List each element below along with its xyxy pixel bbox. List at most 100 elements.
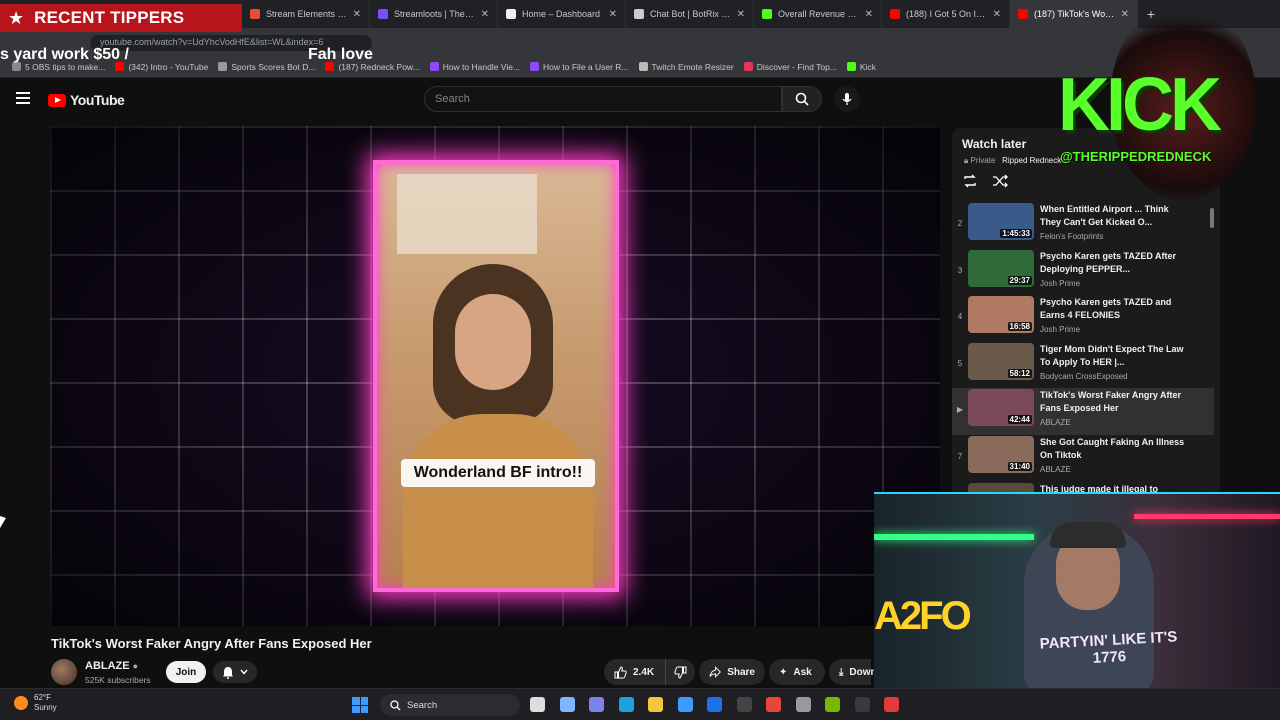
share-button[interactable]: Share (699, 659, 765, 685)
channel-name-text: ABLAZE (85, 660, 130, 672)
bookmark-item[interactable]: How to File a User R... (530, 62, 629, 72)
download-label: Down (849, 666, 877, 678)
bookmark-label: How to Handle Vie... (442, 61, 521, 72)
browser-tab[interactable]: Chat Bot | BotRix — Cl ✕ (626, 0, 754, 28)
browser-tab[interactable]: Home – Dashboard ✕ (498, 0, 626, 28)
playlist-item[interactable]: This judge made it illegal to (952, 482, 1214, 492)
playlist-item-index: ▶ (956, 405, 964, 415)
tab-label: (188) I Got 5 On It - Yo (906, 9, 987, 19)
playlist-item[interactable]: 3 29:37 Psycho Karen gets TAZED After Depl… (952, 249, 1214, 296)
app3-icon[interactable] (884, 697, 899, 712)
tab-close-icon[interactable]: ✕ (737, 9, 745, 20)
chrome-icon[interactable] (766, 697, 781, 712)
youtube-logo[interactable]: YouTube (48, 92, 125, 108)
dislike-button[interactable] (665, 659, 695, 685)
playlist-item-thumbnail[interactable]: 42:44 (968, 389, 1034, 427)
search-icon (390, 699, 401, 710)
bookmark-item[interactable]: Twitch Emote Resizer (638, 61, 734, 72)
weather-temp: 62°F (34, 693, 51, 702)
channel-avatar[interactable] (51, 659, 77, 685)
browser-tab[interactable]: Stream Elements - Tipi ✕ (242, 0, 370, 28)
shuffle-icon[interactable] (992, 174, 1008, 188)
playlist-item-thumbnail[interactable]: 16:58 (968, 296, 1034, 334)
playlist-item-title[interactable]: Tiger Mom Didn't Expect The Law To Apply… (1040, 343, 1190, 369)
playlist-item-title[interactable]: Psycho Karen gets TAZED and Earns 4 FELO… (1040, 296, 1190, 322)
playlist-meta: 🔒︎ Private Ripped Redneck (964, 156, 1061, 166)
vertical-video-frame: Wonderland BF intro!! (373, 160, 619, 592)
playlist-item-index: 3 (957, 265, 963, 275)
tab-close-icon[interactable]: ✕ (353, 9, 361, 20)
playlist-item-thumbnail[interactable]: 29:37 (968, 249, 1034, 287)
tab-favicon-icon (250, 9, 260, 19)
obs-icon[interactable] (736, 697, 752, 712)
copilot-icon[interactable] (559, 697, 575, 712)
browser-tab[interactable]: (188) I Got 5 On It - Yo ✕ (882, 0, 1010, 28)
playlist-item[interactable]: 5 58:12 Tiger Mom Didn't Expect The Law To… (952, 342, 1214, 389)
bookmark-label: Twitch Emote Resizer (651, 61, 734, 72)
playlist-item-index: 7 (957, 451, 963, 461)
tab-close-icon[interactable]: ✕ (481, 9, 489, 20)
store-icon[interactable] (677, 697, 693, 712)
tab-label: Home – Dashboard (522, 9, 601, 19)
tab-close-icon[interactable]: ✕ (609, 9, 617, 20)
outlook-icon[interactable] (707, 697, 722, 712)
loop-icon[interactable] (962, 174, 978, 188)
bookmark-item[interactable]: Discover - Find Top... (743, 62, 837, 72)
like-button[interactable]: 2.4K (604, 659, 674, 685)
playlist-scrollbar[interactable] (1210, 208, 1214, 228)
playlist-item[interactable]: 4 16:58 Psycho Karen gets TAZED and Earns … (952, 295, 1214, 342)
thumbs-up-icon (614, 665, 627, 678)
windows-start-icon[interactable] (352, 697, 368, 713)
playlist-item[interactable]: 7 31:40 She Got Caught Faking An Illness O… (952, 435, 1214, 482)
video-person-face (455, 294, 531, 390)
lock-icon: 🔒︎ (964, 156, 969, 165)
tab-close-icon[interactable]: ✕ (1121, 9, 1129, 20)
playlist-item-title[interactable]: TikTok's Worst Faker Angry After Fans Ex… (1040, 389, 1190, 415)
browser-tab[interactable]: Overall Revenue - Kick ✕ (754, 0, 882, 28)
playlist-item[interactable]: 2 1:45:33 When Entitled Airport ... Think … (952, 202, 1214, 249)
bookmark-favicon-icon (638, 62, 648, 71)
app-icon[interactable] (795, 697, 811, 712)
browser-tab[interactable]: Streamloots | Therippe ✕ (370, 0, 498, 28)
search-button[interactable] (782, 86, 822, 112)
taskbar-search[interactable]: Search (380, 694, 520, 716)
channel-name[interactable]: ABLAZE ● (85, 660, 138, 672)
join-button[interactable]: Join (166, 661, 206, 683)
playlist-item-thumbnail[interactable]: 1:45:33 (968, 203, 1034, 240)
menu-icon[interactable] (16, 92, 30, 104)
teams-icon[interactable] (589, 697, 604, 712)
task-view-icon[interactable] (530, 697, 545, 712)
weather-widget[interactable]: 62°F Sunny (14, 693, 57, 713)
playlist-owner[interactable]: Ripped Redneck (1002, 156, 1061, 165)
playlist-item-title[interactable]: She Got Caught Faking An Illness On Tikt… (1040, 436, 1190, 462)
video-title: TikTok's Worst Faker Angry After Fans Ex… (51, 636, 372, 651)
video-player[interactable]: Wonderland BF intro!! (50, 126, 940, 626)
ask-button[interactable]: ✦ Ask (769, 659, 825, 685)
app2-icon[interactable] (854, 697, 870, 712)
playlist-item-duration: 31:40 (1007, 461, 1032, 471)
webcam-background-sign: A2FO (874, 594, 972, 638)
nvidia-icon[interactable] (825, 697, 840, 712)
playlist-item-thumbnail[interactable] (968, 482, 1034, 492)
playlist-item-thumbnail[interactable]: 58:12 (968, 342, 1034, 380)
folder-icon[interactable] (648, 697, 663, 712)
notification-bell-button[interactable] (213, 661, 257, 683)
playlist-item-channel: Josh Prime (1040, 278, 1081, 288)
playlist-item-title[interactable]: Psycho Karen gets TAZED After Deploying … (1040, 250, 1190, 276)
video-caption: Wonderland BF intro!! (401, 459, 595, 487)
playlist-item-thumbnail[interactable]: 31:40 (968, 435, 1034, 473)
bookmark-item[interactable]: How to Handle Vie... (429, 61, 521, 72)
download-button[interactable]: ⤓ Down (829, 659, 877, 685)
playlist-item-title[interactable]: This judge made it illegal to (1040, 483, 1190, 492)
playlist-title[interactable]: Watch later (962, 137, 1026, 151)
edge-icon[interactable] (618, 697, 634, 712)
voice-search-button[interactable] (834, 86, 860, 112)
tab-close-icon[interactable]: ✕ (865, 9, 873, 20)
star-icon: ★ (8, 7, 25, 28)
playlist-item-title[interactable]: When Entitled Airport ... Think They Can… (1040, 203, 1190, 229)
bookmark-item[interactable]: Kick (846, 62, 876, 72)
browser-tab-active[interactable]: (187) TikTok's Worst Fa ✕ (1010, 0, 1138, 28)
tab-close-icon[interactable]: ✕ (993, 9, 1001, 20)
search-input[interactable]: Search (424, 86, 782, 112)
playlist-item[interactable]: ▶ 42:44 TikTok's Worst Faker Angry After F… (952, 388, 1214, 435)
